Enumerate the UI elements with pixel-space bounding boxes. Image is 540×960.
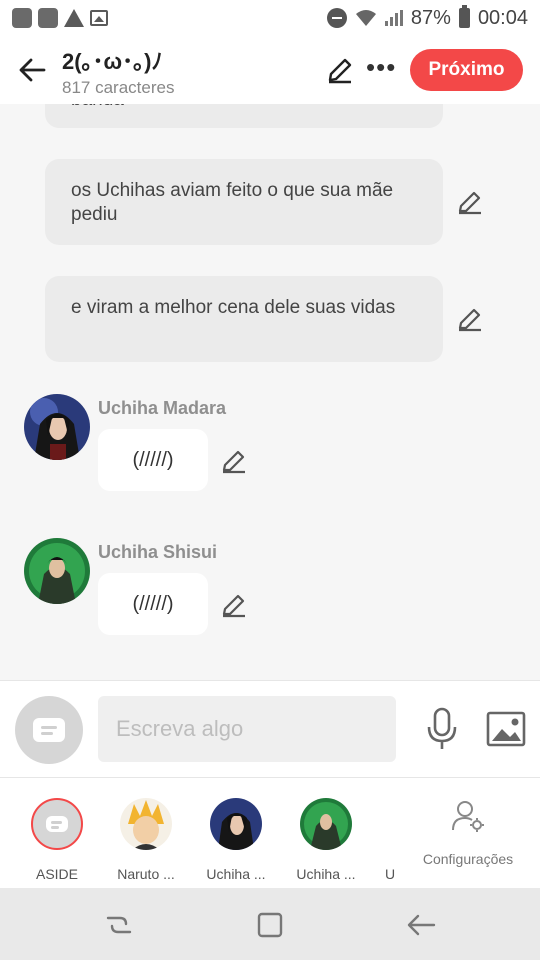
story-title: 2(｡･ω･｡)ﾉ bbox=[62, 49, 163, 74]
chat-area: banda os Uchihas aviam feito o que sua m… bbox=[0, 104, 540, 680]
clock: 00:04 bbox=[477, 6, 528, 29]
wifi-icon bbox=[355, 9, 377, 27]
system-nav-bar bbox=[0, 888, 540, 960]
settings-label: Configurações bbox=[422, 851, 514, 867]
message-text: banda bbox=[71, 104, 124, 110]
editor-header: 2(｡･ω･｡)ﾉ 817 caracteres ••• Próximo bbox=[0, 36, 540, 104]
avatar-uchiha-madara[interactable] bbox=[24, 394, 90, 460]
warning-icon bbox=[64, 9, 84, 27]
message-icon bbox=[46, 816, 68, 832]
message-input[interactable] bbox=[98, 696, 396, 762]
character-label: ASIDE bbox=[35, 866, 78, 882]
message-icon bbox=[33, 718, 65, 742]
recent-apps-icon[interactable] bbox=[104, 910, 134, 940]
character-label: U bbox=[384, 866, 396, 882]
status-bar: 87% 00:04 bbox=[0, 0, 540, 36]
avatar-uchiha-madara bbox=[210, 798, 262, 850]
character-label: Naruto ... bbox=[117, 866, 175, 882]
character-message-bubble[interactable]: (/////) bbox=[98, 573, 208, 635]
image-gallery-icon[interactable] bbox=[486, 711, 526, 747]
narration-bubble[interactable]: banda bbox=[45, 104, 443, 128]
edit-message-icon[interactable] bbox=[457, 306, 483, 332]
microphone-icon[interactable] bbox=[424, 707, 460, 751]
character-item-naruto[interactable]: Naruto ... bbox=[111, 798, 181, 882]
message-text: os Uchihas aviam feito o que sua mãe ped… bbox=[71, 180, 394, 225]
character-message-bubble[interactable]: (/////) bbox=[98, 429, 208, 491]
edit-pencil-icon[interactable] bbox=[326, 56, 354, 84]
back-nav-icon[interactable] bbox=[406, 910, 436, 940]
home-icon[interactable] bbox=[255, 910, 285, 940]
character-item-uchiha-madara[interactable]: Uchiha ... bbox=[201, 798, 271, 882]
edit-message-icon[interactable] bbox=[457, 189, 483, 215]
settings-button[interactable]: Configurações bbox=[416, 800, 520, 867]
edit-message-icon[interactable] bbox=[221, 448, 247, 474]
back-arrow-icon[interactable] bbox=[18, 56, 46, 84]
user-settings-icon bbox=[452, 801, 484, 832]
character-name: Uchiha Madara bbox=[98, 398, 227, 418]
message-text: e viram a melhor cena dele suas vidas bbox=[71, 297, 396, 318]
battery-icon bbox=[458, 5, 470, 28]
narration-bubble[interactable]: os Uchihas aviam feito o que sua mãe ped… bbox=[45, 159, 443, 245]
avatar-uchiha-shisui bbox=[300, 798, 352, 850]
compose-bar bbox=[0, 680, 540, 778]
character-count: 817 caracteres bbox=[62, 78, 175, 97]
aside-avatar bbox=[31, 798, 83, 850]
avatar-naruto bbox=[120, 798, 172, 850]
character-item-aside[interactable]: ASIDE bbox=[22, 798, 92, 882]
character-label: Uchiha ... bbox=[206, 866, 266, 882]
more-options-icon[interactable]: ••• bbox=[366, 54, 396, 80]
image-notification-icon bbox=[90, 10, 108, 26]
message-text: (/////) bbox=[132, 448, 174, 471]
next-button[interactable]: Próximo bbox=[410, 49, 523, 91]
app-notification-icon bbox=[38, 8, 58, 28]
character-name: Uchiha Shisui bbox=[98, 542, 218, 562]
narration-bubble[interactable]: e viram a melhor cena dele suas vidas bbox=[45, 276, 443, 362]
character-item-partial[interactable]: U bbox=[375, 798, 405, 882]
character-item-uchiha-shisui[interactable]: Uchiha ... bbox=[291, 798, 361, 882]
aside-toggle-button[interactable] bbox=[15, 696, 83, 764]
battery-percent: 87% bbox=[410, 6, 451, 29]
avatar-uchiha-shisui[interactable] bbox=[24, 538, 90, 604]
do-not-disturb-icon bbox=[326, 8, 347, 28]
character-selector: ASIDE Naruto ... Uchiha ... Uchiha ... U… bbox=[0, 778, 540, 888]
edit-message-icon[interactable] bbox=[221, 592, 247, 618]
app-notification-icon bbox=[12, 8, 32, 28]
message-text: (/////) bbox=[132, 592, 174, 615]
character-label: Uchiha ... bbox=[296, 866, 356, 882]
signal-icon bbox=[384, 10, 403, 26]
